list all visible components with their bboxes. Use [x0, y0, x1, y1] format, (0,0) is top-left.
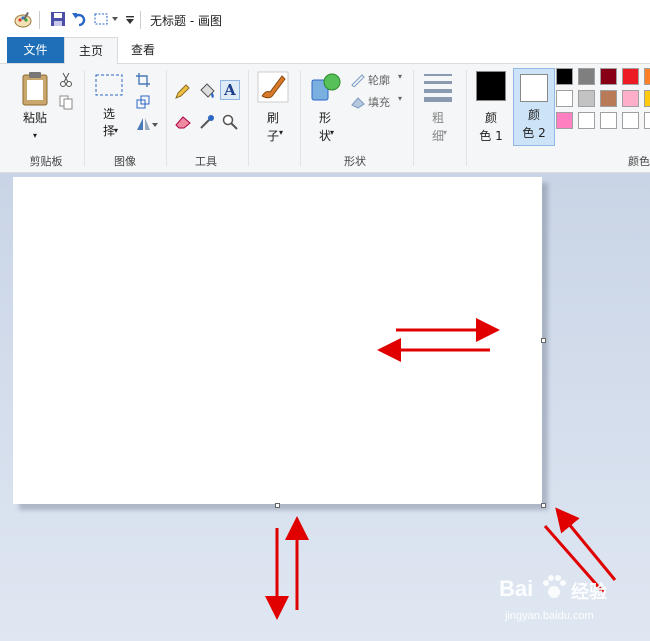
baidu-watermark: Bai 经验 jingyan.baidu.com: [495, 572, 635, 632]
annotation-arrows: [265, 318, 617, 620]
paw-logo: [543, 575, 566, 598]
arrow-diagonal-up: [555, 507, 617, 581]
watermark-brand-2: 经验: [571, 582, 607, 603]
watermark-brand: Bai: [499, 576, 534, 601]
watermark-url: jingyan.baidu.com: [505, 610, 594, 622]
